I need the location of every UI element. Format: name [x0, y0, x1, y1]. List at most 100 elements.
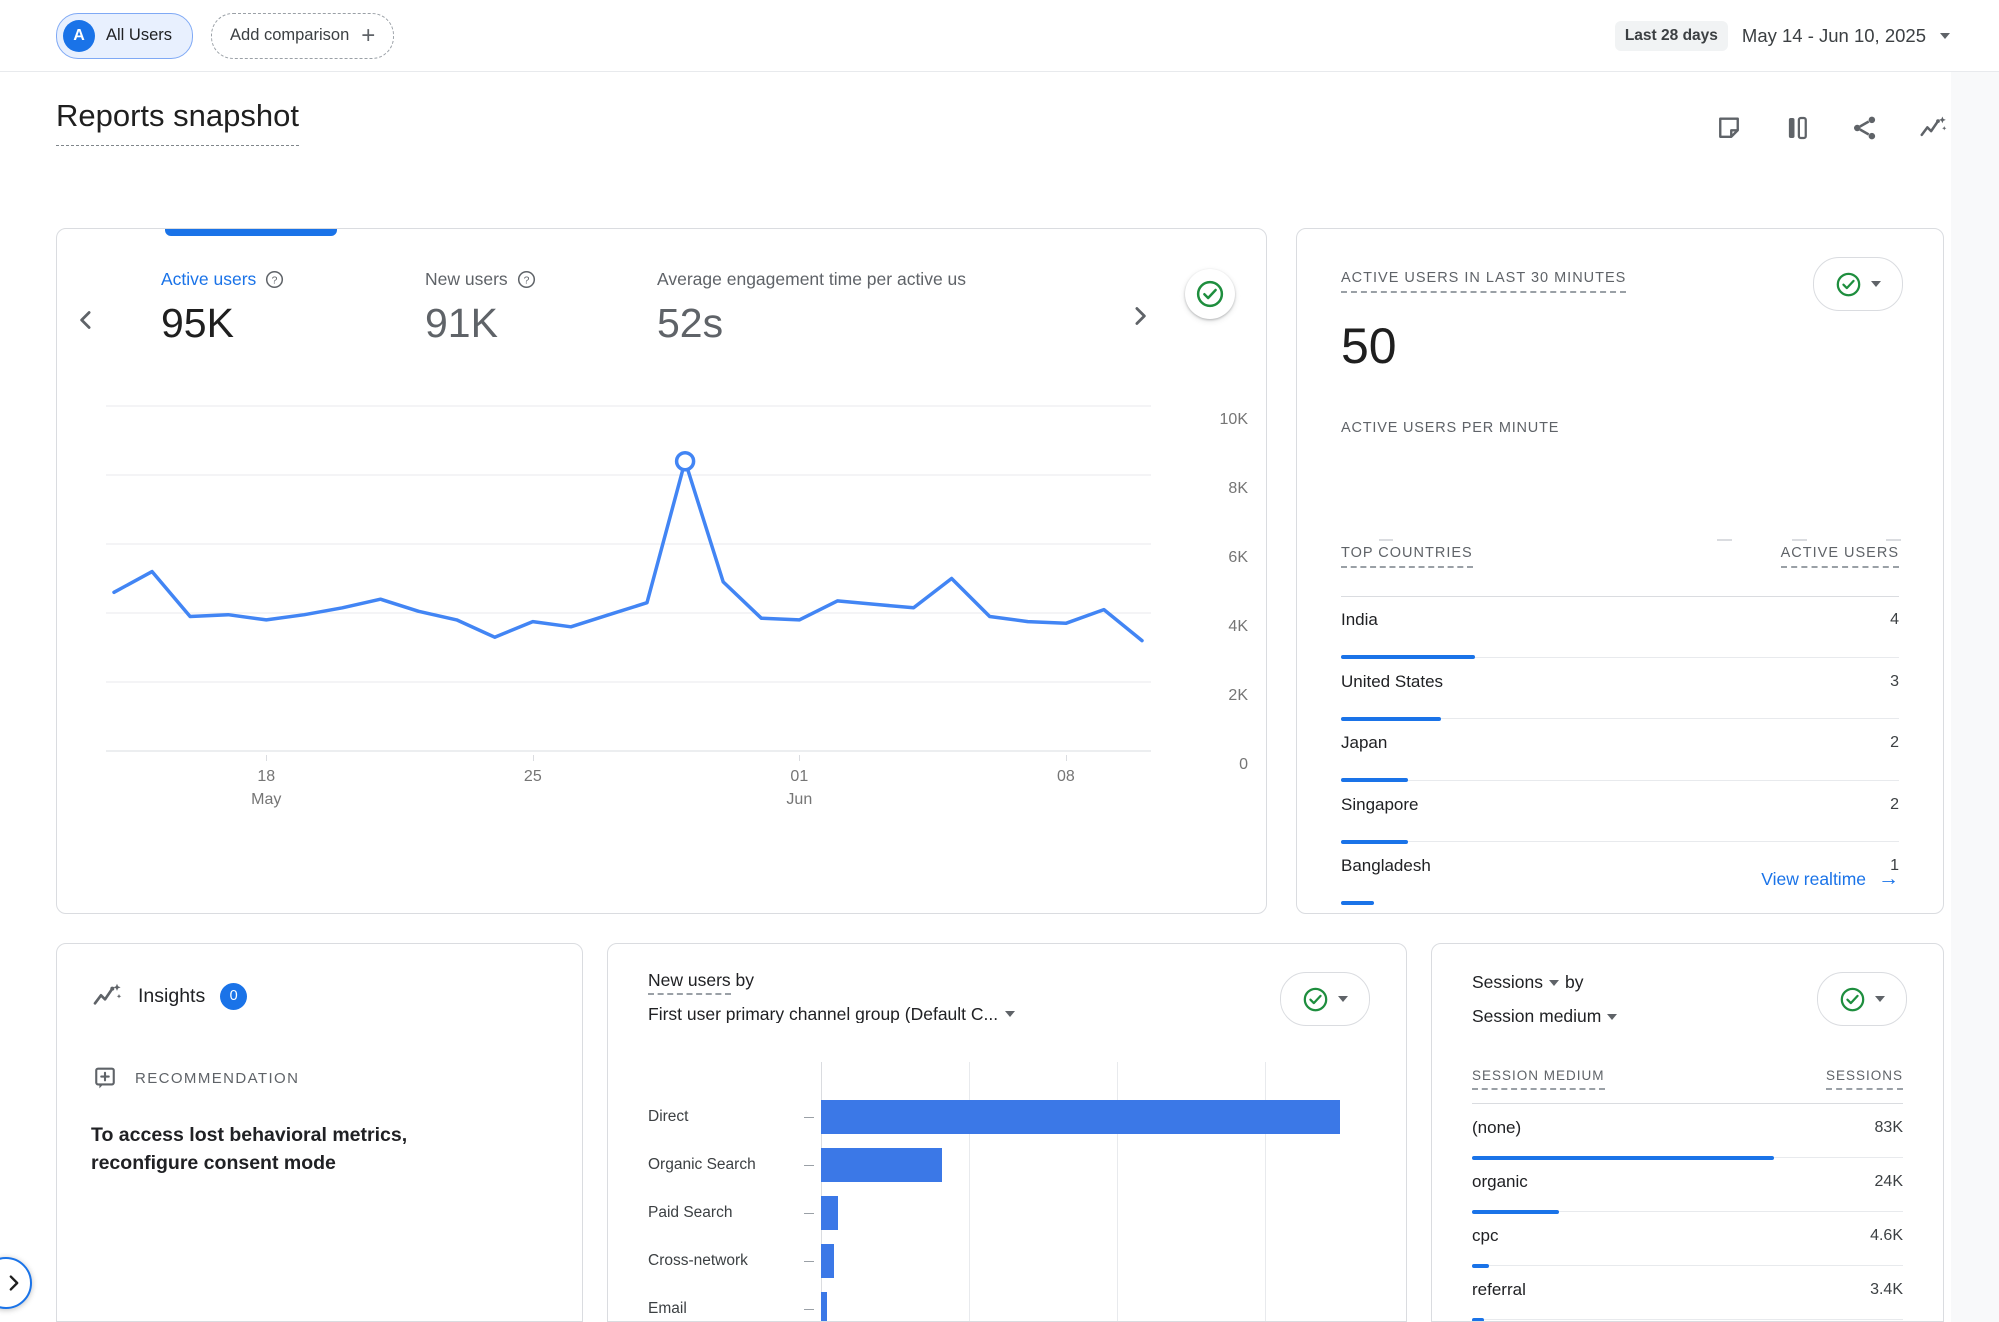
country-name: Singapore — [1341, 795, 1419, 815]
metric-tab-new-users[interactable]: New users ? 91K — [425, 269, 536, 347]
country-active-users: 3 — [1890, 673, 1899, 691]
data-quality-check-icon[interactable] — [1185, 269, 1235, 319]
sessions-count: 83K — [1875, 1119, 1903, 1137]
metric-label: Active users — [161, 269, 256, 290]
metric-value: 91K — [425, 300, 536, 347]
active-users-30min-value: 50 — [1341, 317, 1397, 375]
channel-bar — [821, 1292, 827, 1322]
channel-label: Organic Search — [648, 1156, 796, 1174]
insights-header[interactable]: Insights 0 — [91, 980, 247, 1012]
report-toolbar — [1713, 112, 1948, 143]
channel-label: Email — [648, 1300, 796, 1318]
y-axis-tick-label: 4K — [1156, 618, 1248, 636]
chevron-down-icon — [1875, 996, 1885, 1002]
channel-row: Direct — [648, 1093, 1373, 1141]
top-countries-table: India4United States3Japan2Singapore2Bang… — [1341, 596, 1899, 904]
sessions-card-title: Sessions by Session medium — [1472, 972, 1617, 1027]
help-icon[interactable]: ? — [517, 270, 536, 289]
y-axis-tick-label: 2K — [1156, 687, 1248, 705]
reports-snapshot-page: A All Users Add comparison + Last 28 day… — [0, 0, 1999, 1322]
x-axis-tick-label: 08 — [1057, 765, 1075, 788]
minute-bar-zero — [1792, 539, 1807, 541]
chevron-down-icon — [1005, 1011, 1015, 1017]
realtime-card: ACTIVE USERS IN LAST 30 MINUTES 50 ACTIV… — [1296, 228, 1944, 914]
audience-chip-all-users[interactable]: A All Users — [56, 13, 193, 59]
date-preset-badge: Last 28 days — [1615, 21, 1728, 51]
data-quality-dropdown[interactable] — [1280, 972, 1370, 1026]
insights-card: Insights 0 RECOMMENDATION To access lost… — [56, 943, 583, 1322]
help-icon[interactable]: ? — [265, 270, 284, 289]
session-medium-row: referral 3.4K — [1472, 1266, 1903, 1320]
title-join: by — [1565, 972, 1583, 993]
session-medium-row: (none)83K — [1472, 1104, 1903, 1158]
channel-bar — [821, 1100, 1340, 1134]
channel-row: Organic Search — [648, 1141, 1373, 1189]
top-bar: A All Users Add comparison + Last 28 day… — [0, 0, 1999, 72]
scroll-gutter — [1951, 72, 1999, 1322]
add-comparison-button[interactable]: Add comparison + — [211, 13, 394, 59]
country-name: Japan — [1341, 733, 1387, 753]
country-row: Singapore2 — [1341, 781, 1899, 843]
recommendation-header: RECOMMENDATION — [91, 1064, 299, 1092]
x-axis-tick-label: 18May — [251, 765, 281, 811]
y-axis-tick-label: 0 — [1156, 756, 1248, 774]
session-medium-name: cpc — [1472, 1226, 1498, 1246]
add-note-icon[interactable] — [1713, 112, 1744, 143]
channel-label: Cross-network — [648, 1252, 796, 1270]
view-realtime-link[interactable]: View realtime → — [1761, 867, 1899, 891]
svg-text:?: ? — [272, 275, 278, 286]
minute-bar-zero — [1886, 539, 1901, 541]
per-minute-label: ACTIVE USERS PER MINUTE — [1341, 420, 1559, 436]
data-quality-dropdown[interactable] — [1813, 257, 1903, 311]
arrow-right-icon: → — [1878, 867, 1899, 891]
country-row: United States3 — [1341, 658, 1899, 720]
channel-label: Paid Search — [648, 1204, 796, 1222]
x-axis-tick — [799, 755, 800, 761]
channel-dimension-label: First user primary channel group (Defaul… — [648, 1006, 998, 1024]
channel-dimension-selector[interactable]: First user primary channel group (Defaul… — [648, 1006, 1015, 1024]
active-users-line-chart[interactable]: 10K8K6K4K2K018May2501Jun08 — [106, 401, 1256, 851]
audience-avatar: A — [63, 20, 95, 52]
insights-sparkline-icon[interactable] — [1917, 112, 1948, 143]
sessions-metric-selector[interactable]: Sessions by — [1472, 972, 1617, 993]
new-users-by-channel-card: New users by First user primary channel … — [607, 943, 1407, 1322]
carousel-prev-button[interactable] — [71, 305, 101, 335]
axis-tick — [804, 1309, 814, 1310]
metric-tab-active-users[interactable]: Active users ? 95K — [161, 269, 284, 347]
session-medium-name: referral — [1472, 1280, 1526, 1300]
metric-value: 95K — [161, 300, 284, 347]
title-join: by — [731, 970, 754, 990]
recommendation-message[interactable]: To access lost behavioral metrics, recon… — [91, 1122, 511, 1177]
active-users-per-minute-chart[interactable] — [1341, 445, 1901, 541]
channel-bar — [821, 1244, 834, 1278]
carousel-next-button[interactable] — [1125, 301, 1155, 331]
compare-reports-icon[interactable] — [1781, 112, 1812, 143]
metric-tab-avg-engagement-time[interactable]: Average engagement time per active us 52… — [657, 269, 966, 347]
axis-tick — [804, 1213, 814, 1214]
realtime-title: ACTIVE USERS IN LAST 30 MINUTES — [1341, 270, 1626, 293]
axis-tick — [804, 1261, 814, 1262]
channel-metric-label[interactable]: New users — [648, 970, 731, 995]
data-quality-dropdown[interactable] — [1817, 972, 1907, 1026]
chevron-down-icon — [1940, 33, 1950, 39]
channel-bar — [821, 1196, 838, 1230]
selected-metric-tab-indicator — [165, 229, 337, 236]
session-medium-header: SESSION MEDIUM — [1472, 1068, 1605, 1090]
line-chart-marker — [677, 453, 694, 470]
channel-bar-chart[interactable]: Direct Organic Search Paid Search Cross-net… — [648, 1093, 1373, 1322]
sessions-count: 3.4K — [1870, 1281, 1903, 1299]
recommendation-icon — [91, 1064, 119, 1092]
metric-value: 52s — [657, 300, 966, 347]
overview-metrics-card: Active users ? 95K New users ? 91K Avera… — [56, 228, 1267, 914]
open-insights-panel-button[interactable] — [0, 1257, 32, 1309]
country-row: Japan2 — [1341, 719, 1899, 781]
title-row: Reports snapshot — [56, 98, 1948, 146]
date-range-label: May 14 - Jun 10, 2025 — [1742, 25, 1926, 47]
sessions-progress-bar — [1472, 1318, 1484, 1322]
sessions-dimension-selector[interactable]: Session medium — [1472, 1006, 1617, 1027]
date-range-picker[interactable]: Last 28 days May 14 - Jun 10, 2025 — [1615, 21, 1950, 51]
x-axis-tick-label: 01Jun — [786, 765, 812, 811]
insights-sparkline-icon — [91, 980, 123, 1012]
share-icon[interactable] — [1849, 112, 1880, 143]
page-title: Reports snapshot — [56, 98, 299, 146]
